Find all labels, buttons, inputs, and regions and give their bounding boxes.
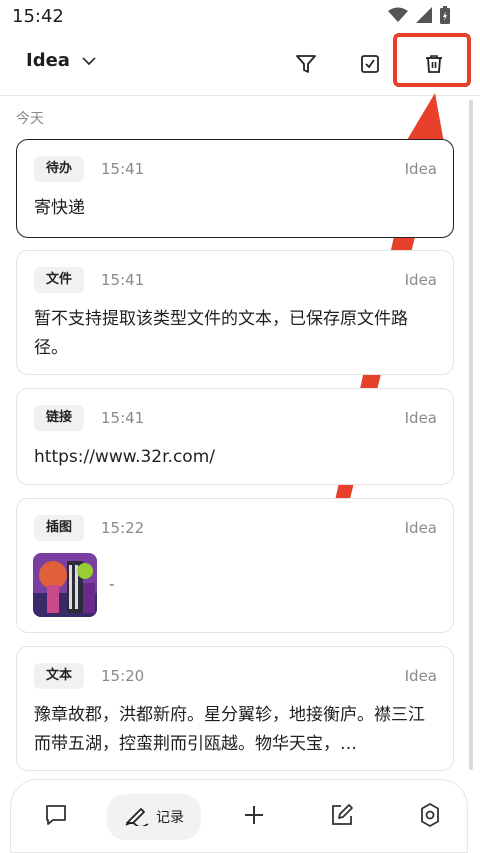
chat-icon — [43, 802, 69, 832]
note-time: 15:41 — [101, 160, 145, 178]
nav-add-button[interactable] — [231, 794, 277, 840]
nav-chat-button[interactable] — [33, 794, 79, 840]
gear-icon — [417, 802, 443, 832]
note-type-tag: 插图 — [34, 515, 85, 541]
bottom-navigation: 记录 — [10, 779, 468, 853]
note-content: 寄快递 — [34, 198, 85, 218]
note-content: 暂不支持提取该类型文件的文本，已保存原文件路径。 — [34, 309, 408, 358]
date-section-label: 今天 — [16, 111, 44, 127]
pen-signature-icon — [124, 804, 150, 830]
note-card[interactable]: 文件 15:41 Idea 暂不支持提取该类型文件的文本，已保存原文件路径。 — [16, 250, 454, 375]
note-card[interactable]: 待办 15:41 Idea 寄快递 — [16, 139, 454, 238]
note-type-tag: 链接 — [34, 405, 85, 431]
plus-icon — [242, 803, 266, 831]
note-time: 15:20 — [101, 667, 145, 685]
note-time: 15:22 — [101, 519, 145, 537]
note-type-tag: 待办 — [34, 156, 85, 182]
note-time: 15:41 — [101, 409, 145, 427]
note-source: Idea — [404, 667, 437, 685]
note-card[interactable]: 链接 15:41 Idea https://www.32r.com/ — [16, 388, 454, 485]
edit-icon — [329, 802, 355, 832]
nav-edit-button[interactable] — [319, 794, 365, 840]
note-time: 15:41 — [101, 271, 145, 289]
note-source: Idea — [404, 271, 437, 289]
note-type-tag: 文件 — [34, 267, 85, 293]
note-card[interactable]: 插图 15:22 Idea - — [16, 498, 454, 633]
note-source: Idea — [404, 160, 437, 178]
note-content: 豫章故郡，洪都新府。星分翼轸，地接衡庐。襟三江而带五湖，控蛮荆而引瓯越。物华天宝… — [34, 705, 425, 754]
note-card[interactable]: 文本 15:20 Idea 豫章故郡，洪都新府。星分翼轸，地接衡庐。襟三江而带五… — [16, 646, 454, 771]
note-source: Idea — [404, 409, 437, 427]
note-source: Idea — [404, 519, 437, 537]
note-content: - — [109, 575, 115, 593]
nav-settings-button[interactable] — [407, 794, 453, 840]
note-image-thumbnail[interactable] — [33, 553, 97, 617]
nav-records-label: 记录 — [156, 810, 184, 826]
note-type-tag: 文本 — [34, 663, 85, 689]
list-scrollbar[interactable] — [469, 100, 473, 770]
nav-records-button[interactable]: 记录 — [107, 794, 201, 840]
note-content: https://www.32r.com/ — [34, 447, 215, 467]
